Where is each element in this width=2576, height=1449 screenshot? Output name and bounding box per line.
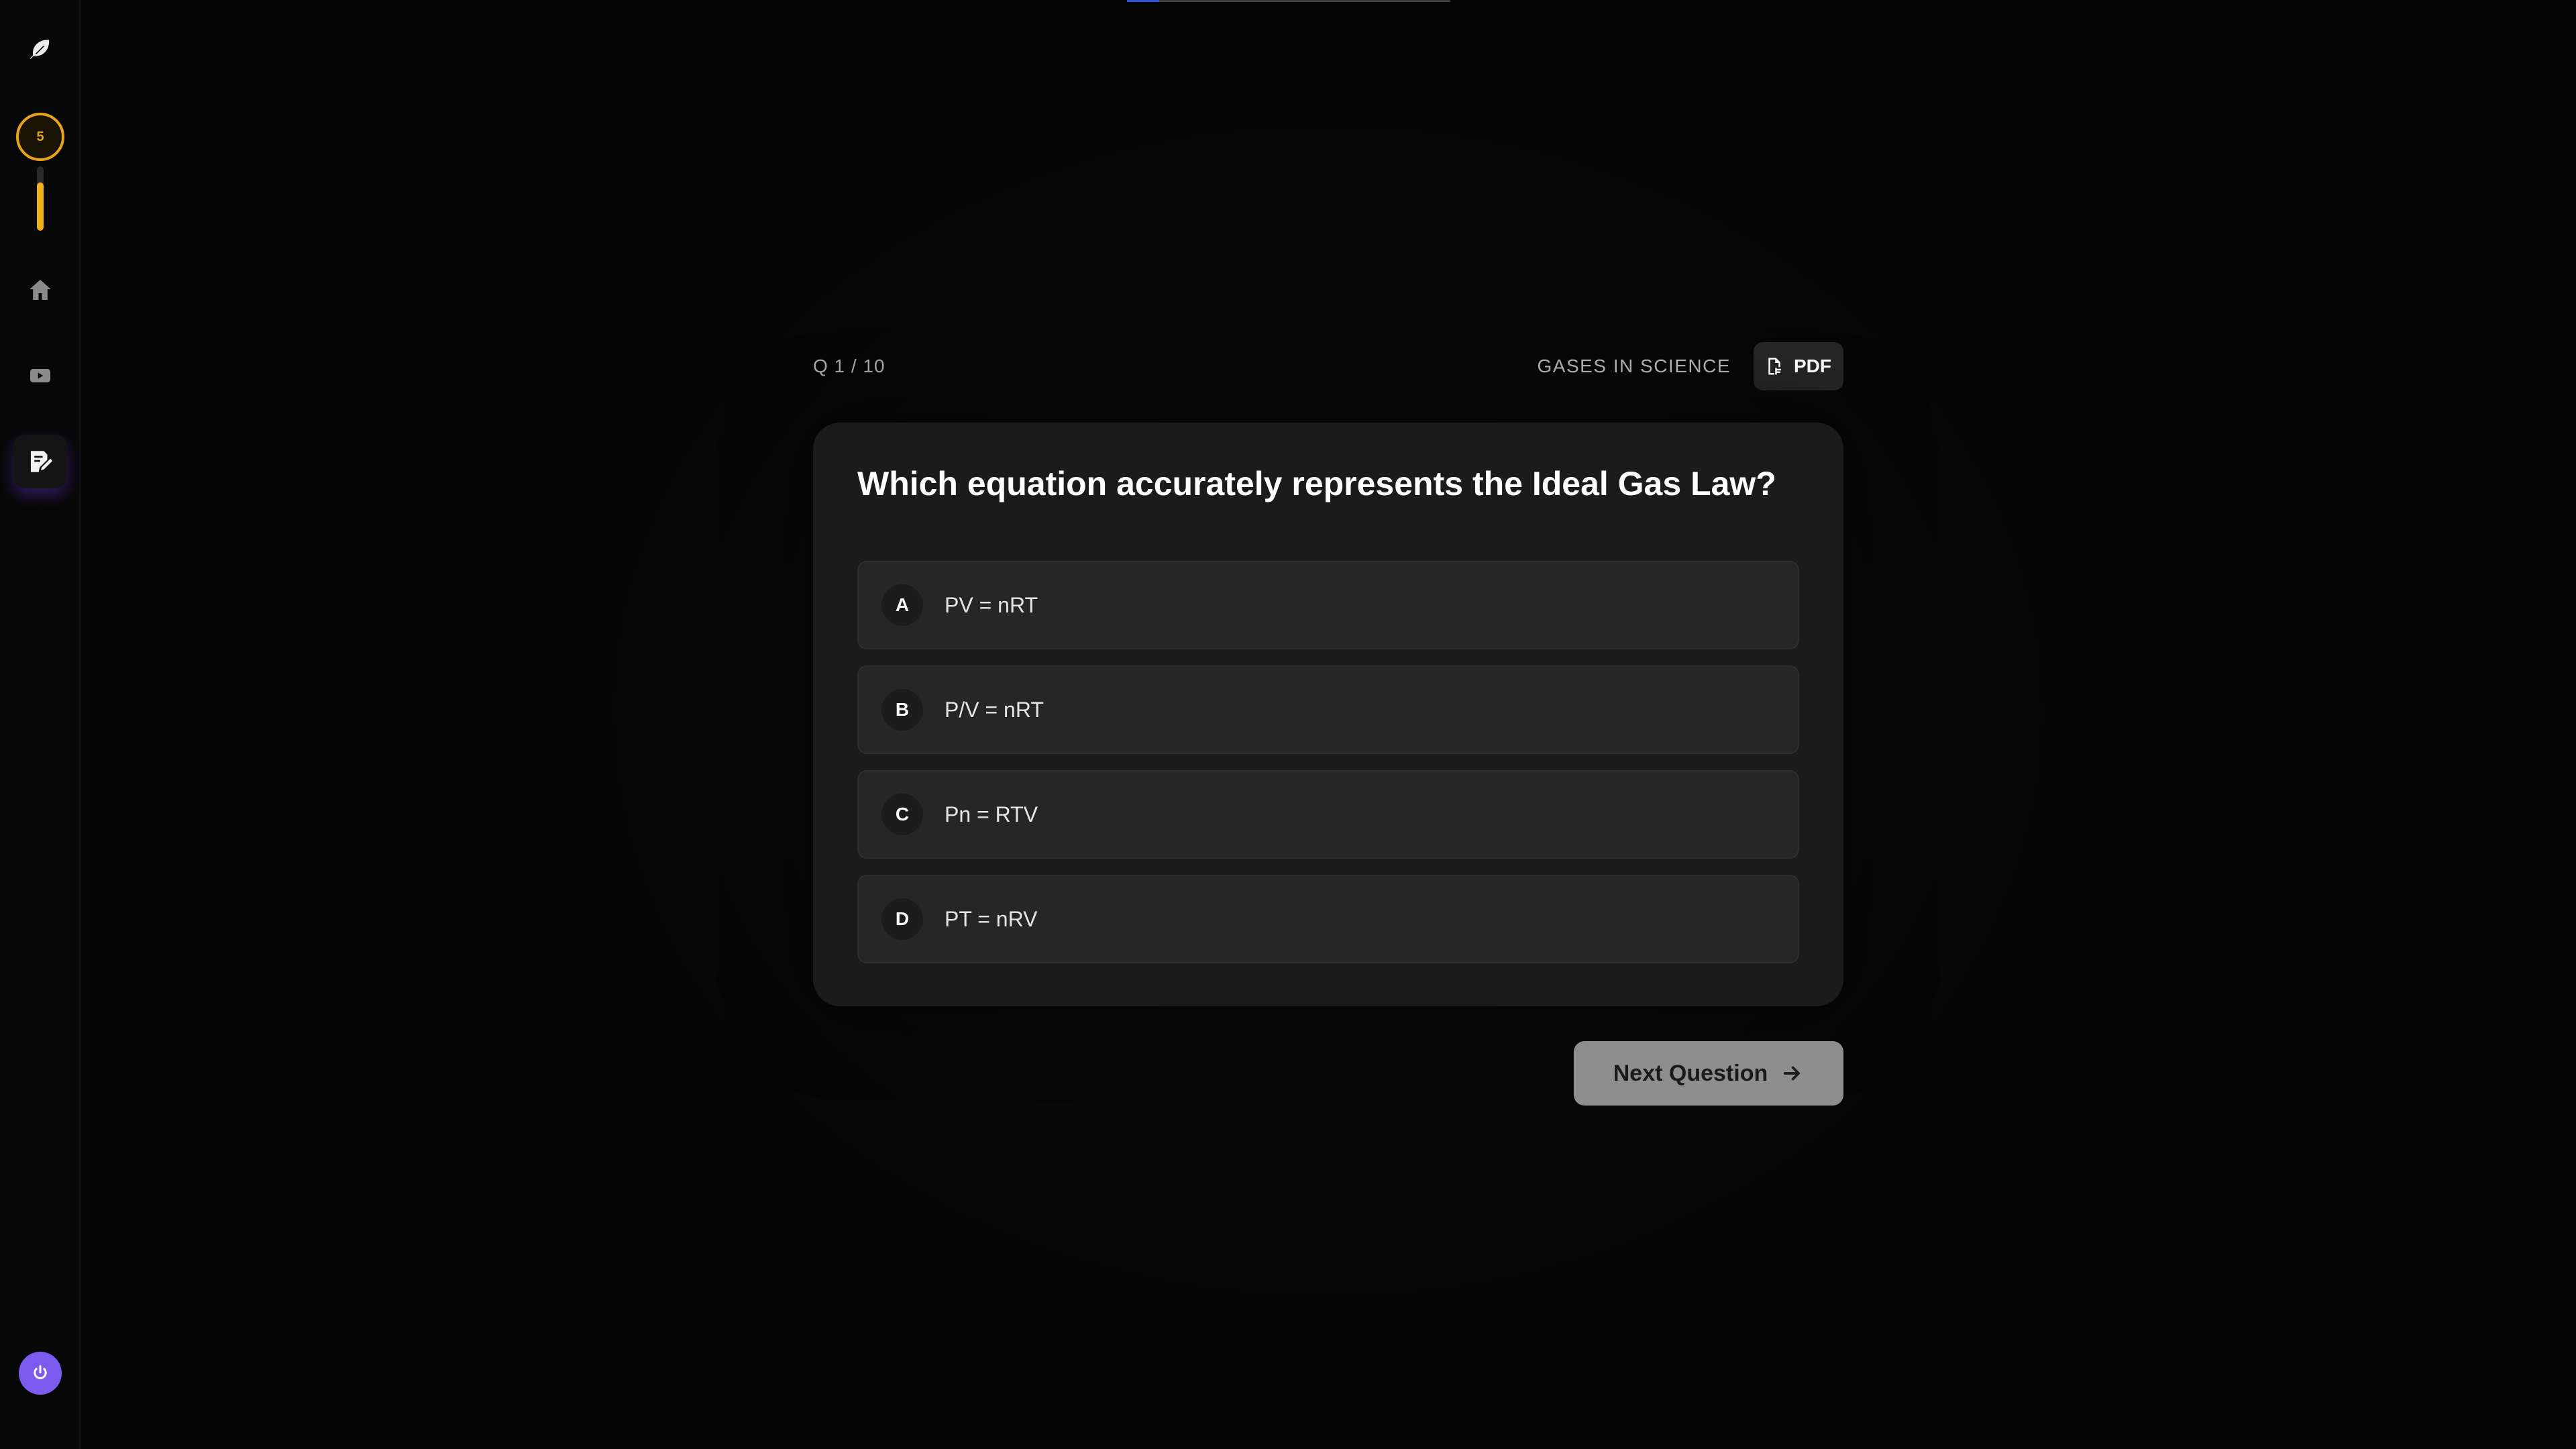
question-counter: Q 1 / 10 (813, 356, 885, 376)
sidebar-item-home[interactable] (13, 263, 67, 317)
quiz-edit-icon (31, 451, 53, 472)
sidebar: 5 (0, 0, 80, 1449)
streak-counter[interactable]: 5 (16, 113, 64, 161)
feather-icon (28, 38, 51, 60)
option-letter: D (881, 898, 923, 940)
pdf-button[interactable]: PDF (1754, 342, 1843, 390)
power-icon (34, 1364, 47, 1379)
pdf-file-icon (1768, 358, 1781, 375)
streak-count: 5 (36, 129, 44, 144)
option-letter: B (881, 689, 923, 731)
home-icon (30, 280, 51, 300)
quiz-header-right: GASES IN SCIENCE PDF (1537, 342, 1843, 390)
next-question-label: Next Question (1613, 1060, 1768, 1086)
streak-meter (37, 166, 44, 231)
arrow-right-icon (1784, 1066, 1801, 1081)
answer-option-b[interactable]: B P/V = nRT (857, 665, 1799, 754)
pdf-button-label: PDF (1794, 356, 1831, 376)
quiz-topic: GASES IN SCIENCE (1537, 356, 1731, 376)
question-card: Which equation accurately represents the… (813, 423, 1843, 1006)
answer-options: A PV = nRT B P/V = nRT C Pn = RTV D PT =… (857, 561, 1799, 979)
option-letter: A (881, 584, 923, 626)
option-letter: C (881, 794, 923, 835)
video-icon (30, 369, 50, 382)
sidebar-item-quizzes[interactable] (13, 435, 67, 488)
quiz-progress-fill (1127, 0, 1160, 2)
option-text: PV = nRT (945, 592, 1038, 617)
quiz-header: Q 1 / 10 GASES IN SCIENCE PDF (813, 341, 1843, 392)
app-root: 5 Q 1 / 10 GASES IN SCIENCE PDF Which eq… (0, 0, 2576, 1449)
sidebar-item-videos[interactable] (13, 349, 67, 402)
answer-option-c[interactable]: C Pn = RTV (857, 770, 1799, 859)
power-button[interactable] (19, 1352, 62, 1395)
question-text: Which equation accurately represents the… (857, 465, 1776, 502)
option-text: PT = nRV (945, 906, 1038, 931)
option-text: P/V = nRT (945, 697, 1044, 722)
answer-option-a[interactable]: A PV = nRT (857, 561, 1799, 649)
option-text: Pn = RTV (945, 802, 1038, 826)
next-question-button[interactable]: Next Question (1574, 1041, 1843, 1106)
quiz-progress-bar (1127, 0, 1450, 2)
app-logo[interactable] (13, 23, 67, 76)
streak-meter-fill (37, 182, 44, 231)
answer-option-d[interactable]: D PT = nRV (857, 875, 1799, 963)
